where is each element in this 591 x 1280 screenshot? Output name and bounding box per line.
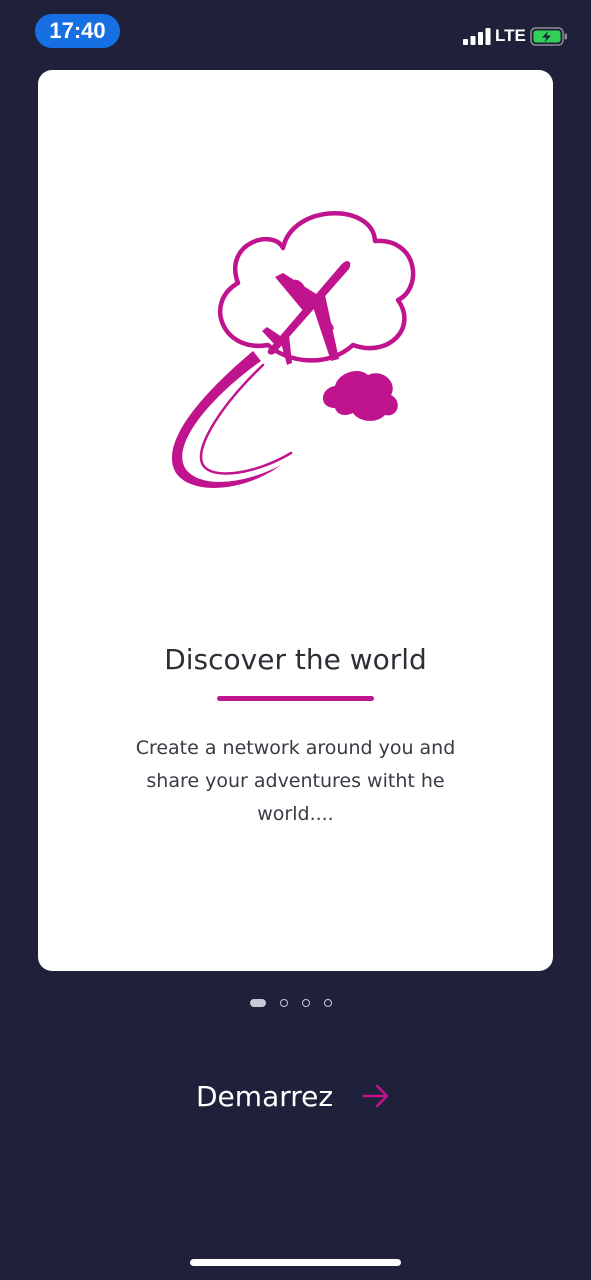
status-bar: 17:40 LTE [0,0,591,60]
title-underline [217,696,374,701]
page-dot[interactable] [280,999,288,1007]
page-dot[interactable] [324,999,332,1007]
page-indicator [250,998,340,1010]
arrow-right-icon [362,1084,389,1108]
battery-charging-icon [530,27,567,46]
card-title: Discover the world [164,643,427,676]
signal-icon [463,28,491,45]
home-indicator[interactable] [190,1259,401,1266]
start-button[interactable]: Demarrez [190,1072,405,1122]
status-time: 17:40 [35,14,120,48]
page-dot-active[interactable] [250,999,266,1007]
page-dot[interactable] [302,999,310,1007]
onboarding-card: Discover the world Create a network arou… [38,70,553,971]
airplane-cloud-illustration [171,211,416,488]
start-button-label: Demarrez [196,1080,334,1113]
network-type: LTE [495,26,526,45]
card-description: Create a network around you and share yo… [135,737,456,825]
